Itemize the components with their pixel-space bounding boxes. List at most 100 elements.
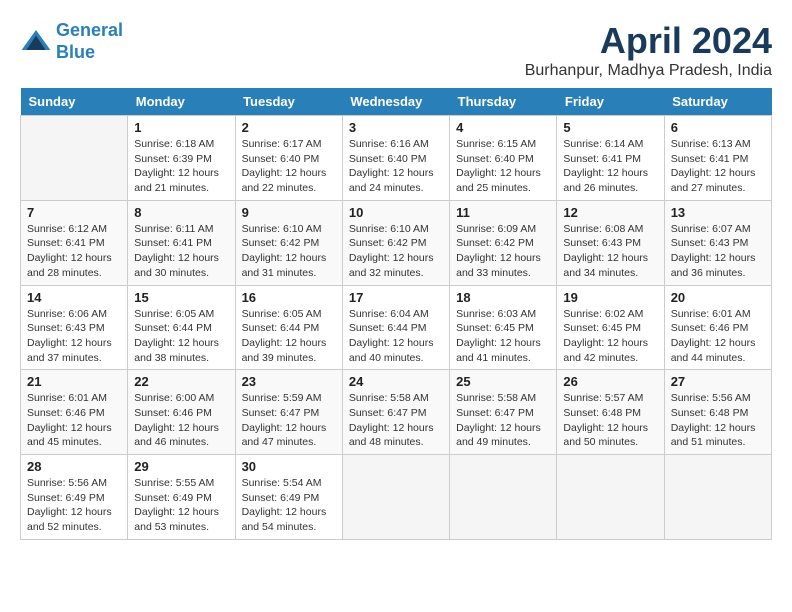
week-row-5: 28 Sunrise: 5:56 AM Sunset: 6:49 PM Dayli… (21, 455, 772, 540)
day-cell: 10 Sunrise: 6:10 AM Sunset: 6:42 PM Dayli… (342, 200, 449, 285)
week-row-4: 21 Sunrise: 6:01 AM Sunset: 6:46 PM Dayli… (21, 370, 772, 455)
day-cell: 9Sunrise: 6:10 AM Sunset: 6:42 PM Daylig… (235, 200, 342, 285)
logo: General Blue (20, 20, 123, 63)
location: Burhanpur, Madhya Pradesh, India (525, 62, 772, 80)
day-number: 1 (134, 120, 228, 135)
day-number: 18 (456, 290, 550, 305)
logo-line1: General (56, 20, 123, 40)
day-info: Sunrise: 6:01 AM Sunset: 6:46 PM Dayligh… (27, 391, 121, 450)
day-info: Sunrise: 5:56 AM Sunset: 6:49 PM Dayligh… (27, 476, 121, 535)
day-info: Sunrise: 5:54 AM Sunset: 6:49 PM Dayligh… (242, 476, 336, 535)
day-number: 17 (349, 290, 443, 305)
day-number: 22 (134, 374, 228, 389)
day-number: 29 (134, 459, 228, 474)
day-cell: 11 Sunrise: 6:09 AM Sunset: 6:42 PM Dayli… (450, 200, 557, 285)
day-cell: 20 Sunrise: 6:01 AM Sunset: 6:46 PM Dayli… (664, 285, 771, 370)
day-info: Sunrise: 6:01 AM Sunset: 6:46 PM Dayligh… (671, 307, 765, 366)
week-row-3: 14 Sunrise: 6:06 AM Sunset: 6:43 PM Dayli… (21, 285, 772, 370)
day-number: 28 (27, 459, 121, 474)
day-info: Sunrise: 6:18 AM Sunset: 6:39 PM Dayligh… (134, 137, 228, 196)
day-info: Sunrise: 6:12 AM Sunset: 6:41 PM Dayligh… (27, 222, 121, 281)
day-cell: 16 Sunrise: 6:05 AM Sunset: 6:44 PM Dayli… (235, 285, 342, 370)
day-info: Sunrise: 6:04 AM Sunset: 6:44 PM Dayligh… (349, 307, 443, 366)
day-cell: 23Sunrise: 5:59 AM Sunset: 6:47 PM Dayli… (235, 370, 342, 455)
day-number: 23 (242, 374, 336, 389)
day-info: Sunrise: 5:57 AM Sunset: 6:48 PM Dayligh… (563, 391, 657, 450)
day-cell (21, 116, 128, 201)
day-cell: 1 Sunrise: 6:18 AM Sunset: 6:39 PM Daylig… (128, 116, 235, 201)
day-number: 10 (349, 205, 443, 220)
day-number: 20 (671, 290, 765, 305)
day-cell: 2 Sunrise: 6:17 AM Sunset: 6:40 PM Daylig… (235, 116, 342, 201)
day-info: Sunrise: 6:14 AM Sunset: 6:41 PM Dayligh… (563, 137, 657, 196)
day-cell (342, 455, 449, 540)
day-number: 21 (27, 374, 121, 389)
weekday-header-wednesday: Wednesday (342, 88, 449, 116)
day-cell: 26Sunrise: 5:57 AM Sunset: 6:48 PM Dayli… (557, 370, 664, 455)
page-header: General Blue April 2024 Burhanpur, Madhy… (20, 20, 772, 80)
day-info: Sunrise: 5:58 AM Sunset: 6:47 PM Dayligh… (349, 391, 443, 450)
day-info: Sunrise: 6:05 AM Sunset: 6:44 PM Dayligh… (242, 307, 336, 366)
day-number: 8 (134, 205, 228, 220)
day-number: 16 (242, 290, 336, 305)
day-info: Sunrise: 6:16 AM Sunset: 6:40 PM Dayligh… (349, 137, 443, 196)
day-number: 24 (349, 374, 443, 389)
day-number: 2 (242, 120, 336, 135)
day-info: Sunrise: 5:55 AM Sunset: 6:49 PM Dayligh… (134, 476, 228, 535)
week-row-1: 1 Sunrise: 6:18 AM Sunset: 6:39 PM Daylig… (21, 116, 772, 201)
logo-icon (20, 26, 52, 58)
day-cell: 28 Sunrise: 5:56 AM Sunset: 6:49 PM Dayli… (21, 455, 128, 540)
day-cell: 5Sunrise: 6:14 AM Sunset: 6:41 PM Daylig… (557, 116, 664, 201)
weekday-header-thursday: Thursday (450, 88, 557, 116)
calendar: SundayMondayTuesdayWednesdayThursdayFrid… (20, 88, 772, 540)
day-number: 30 (242, 459, 336, 474)
day-number: 25 (456, 374, 550, 389)
month-title: April 2024 (525, 20, 772, 62)
day-cell: 18 Sunrise: 6:03 AM Sunset: 6:45 PM Dayli… (450, 285, 557, 370)
day-number: 11 (456, 205, 550, 220)
day-info: Sunrise: 6:08 AM Sunset: 6:43 PM Dayligh… (563, 222, 657, 281)
day-number: 15 (134, 290, 228, 305)
logo-text: General Blue (56, 20, 123, 63)
day-info: Sunrise: 6:13 AM Sunset: 6:41 PM Dayligh… (671, 137, 765, 196)
day-cell: 24 Sunrise: 5:58 AM Sunset: 6:47 PM Dayli… (342, 370, 449, 455)
weekday-header-sunday: Sunday (21, 88, 128, 116)
day-cell: 4Sunrise: 6:15 AM Sunset: 6:40 PM Daylig… (450, 116, 557, 201)
day-cell: 25 Sunrise: 5:58 AM Sunset: 6:47 PM Dayli… (450, 370, 557, 455)
weekday-header-tuesday: Tuesday (235, 88, 342, 116)
day-number: 6 (671, 120, 765, 135)
day-number: 3 (349, 120, 443, 135)
day-cell: 7 Sunrise: 6:12 AM Sunset: 6:41 PM Daylig… (21, 200, 128, 285)
day-info: Sunrise: 6:00 AM Sunset: 6:46 PM Dayligh… (134, 391, 228, 450)
day-cell: 12Sunrise: 6:08 AM Sunset: 6:43 PM Dayli… (557, 200, 664, 285)
day-cell (664, 455, 771, 540)
day-info: Sunrise: 6:17 AM Sunset: 6:40 PM Dayligh… (242, 137, 336, 196)
weekday-header-friday: Friday (557, 88, 664, 116)
day-cell (450, 455, 557, 540)
day-number: 9 (242, 205, 336, 220)
day-cell: 15 Sunrise: 6:05 AM Sunset: 6:44 PM Dayli… (128, 285, 235, 370)
day-info: Sunrise: 6:09 AM Sunset: 6:42 PM Dayligh… (456, 222, 550, 281)
day-number: 27 (671, 374, 765, 389)
logo-line2: Blue (56, 42, 95, 62)
day-cell: 21 Sunrise: 6:01 AM Sunset: 6:46 PM Dayli… (21, 370, 128, 455)
day-info: Sunrise: 6:10 AM Sunset: 6:42 PM Dayligh… (349, 222, 443, 281)
day-cell: 14 Sunrise: 6:06 AM Sunset: 6:43 PM Dayli… (21, 285, 128, 370)
day-number: 19 (563, 290, 657, 305)
day-info: Sunrise: 6:03 AM Sunset: 6:45 PM Dayligh… (456, 307, 550, 366)
day-info: Sunrise: 5:58 AM Sunset: 6:47 PM Dayligh… (456, 391, 550, 450)
day-number: 4 (456, 120, 550, 135)
day-info: Sunrise: 6:05 AM Sunset: 6:44 PM Dayligh… (134, 307, 228, 366)
title-area: April 2024 Burhanpur, Madhya Pradesh, In… (525, 20, 772, 80)
day-info: Sunrise: 6:07 AM Sunset: 6:43 PM Dayligh… (671, 222, 765, 281)
day-info: Sunrise: 6:06 AM Sunset: 6:43 PM Dayligh… (27, 307, 121, 366)
day-cell: 8Sunrise: 6:11 AM Sunset: 6:41 PM Daylig… (128, 200, 235, 285)
day-info: Sunrise: 6:02 AM Sunset: 6:45 PM Dayligh… (563, 307, 657, 366)
day-cell: 27 Sunrise: 5:56 AM Sunset: 6:48 PM Dayli… (664, 370, 771, 455)
weekday-header-saturday: Saturday (664, 88, 771, 116)
day-info: Sunrise: 5:56 AM Sunset: 6:48 PM Dayligh… (671, 391, 765, 450)
day-number: 7 (27, 205, 121, 220)
day-cell: 3 Sunrise: 6:16 AM Sunset: 6:40 PM Daylig… (342, 116, 449, 201)
day-number: 14 (27, 290, 121, 305)
day-cell: 13Sunrise: 6:07 AM Sunset: 6:43 PM Dayli… (664, 200, 771, 285)
